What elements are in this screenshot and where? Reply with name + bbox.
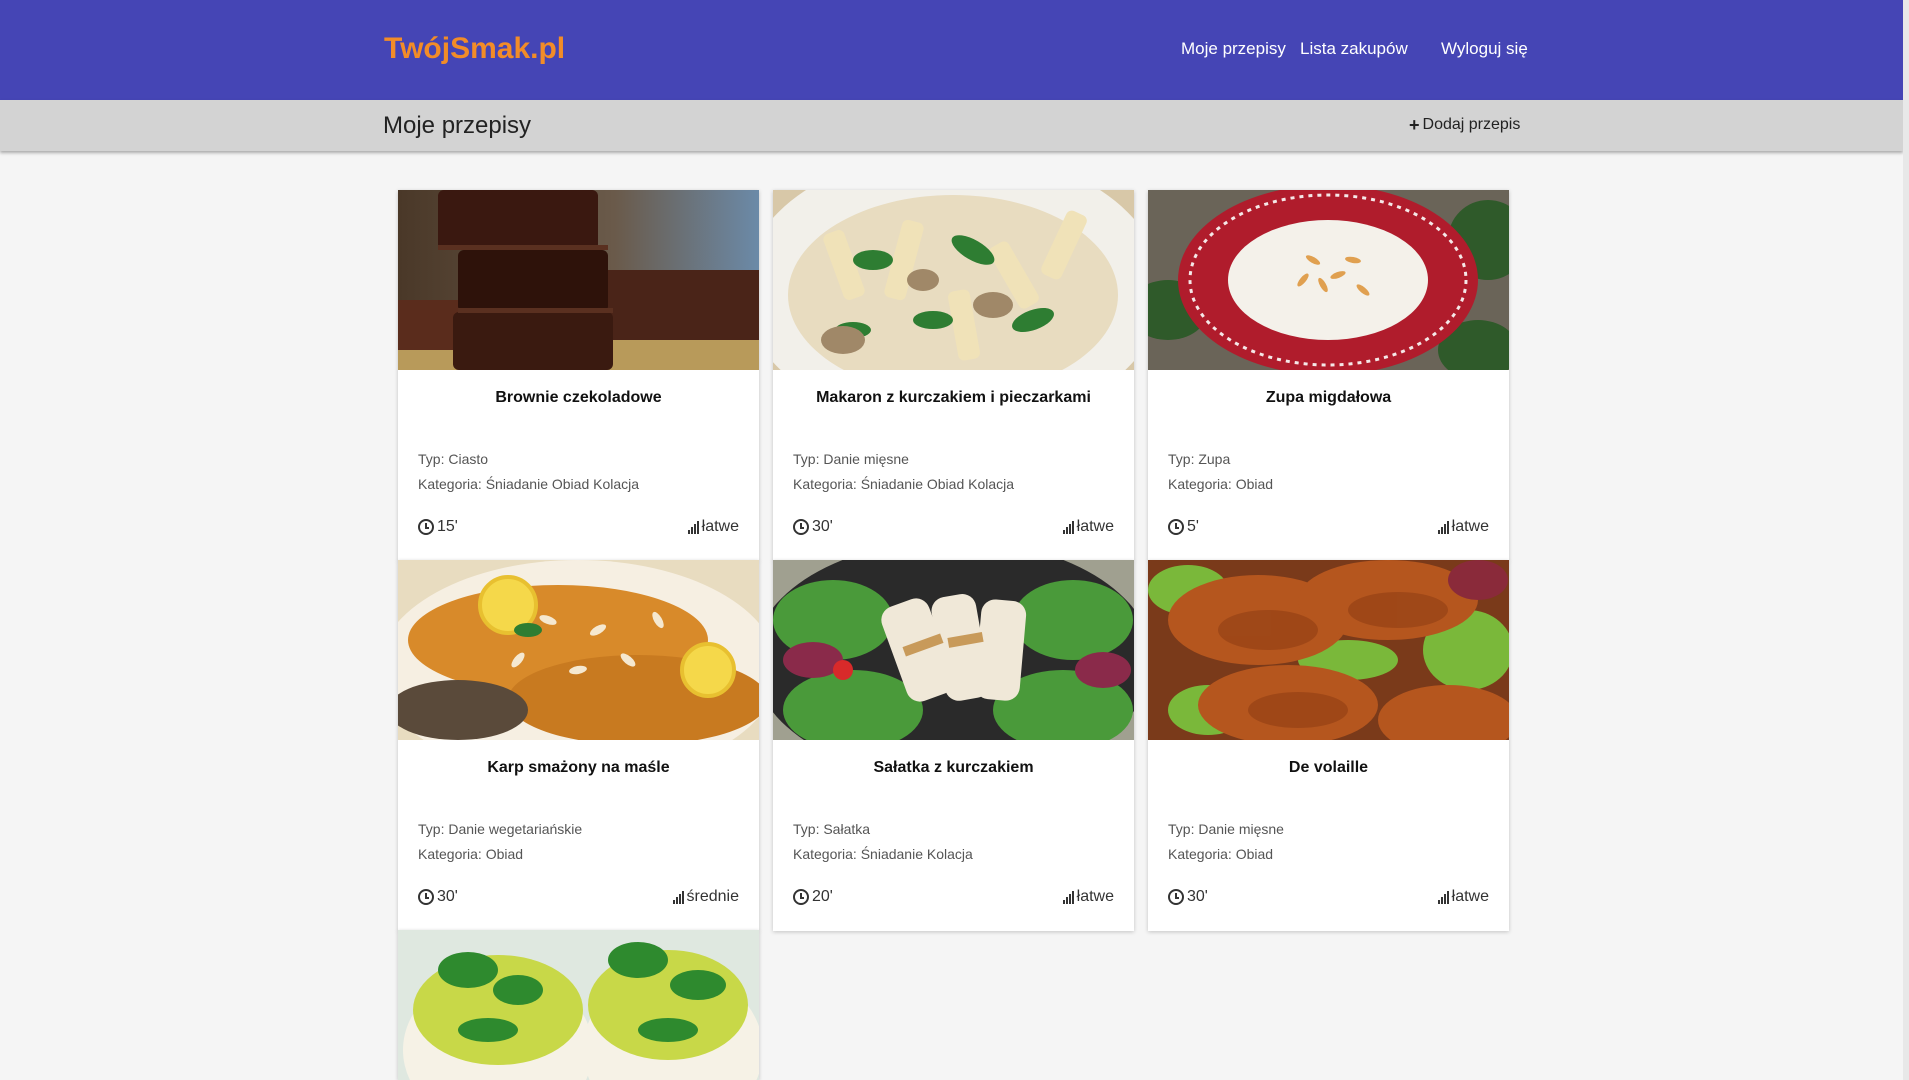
clock-icon [793,519,809,535]
recipe-category: Kategoria: Obiad [418,846,524,862]
recipe-type: Typ: Danie mięsne [793,451,909,467]
recipe-image-brownie [398,190,759,370]
recipe-card[interactable]: Zupa migdałowa Typ: Zupa Kategoria: Obia… [1148,190,1509,561]
recipe-time: 30' [793,518,833,536]
recipe-time-value: 30' [1187,888,1208,905]
nav-shopping-list[interactable]: Lista zakupów [1300,39,1408,59]
recipe-title[interactable]: Sałatka z kurczakiem [773,759,1134,777]
recipe-time: 30' [418,888,458,906]
page-header-bar: Moje przepisy + Dodaj przepis [0,100,1903,151]
recipe-difficulty: łatwe [1062,518,1114,536]
recipe-time: 5' [1168,518,1199,536]
recipe-time: 20' [793,888,833,906]
recipe-category: Kategoria: Śniadanie Obiad Kolacja [418,476,640,492]
difficulty-bars-icon [1062,520,1074,534]
clock-icon [793,889,809,905]
nav-my-recipes[interactable]: Moje przepisy [1181,39,1286,59]
recipe-category: Kategoria: Śniadanie Obiad Kolacja [793,476,1015,492]
recipe-difficulty: łatwe [1437,888,1489,906]
recipe-type: Typ: Danie mięsne [1168,821,1284,837]
recipe-title[interactable]: Zupa migdałowa [1148,389,1509,407]
clock-icon [418,889,434,905]
recipe-category: Kategoria: Obiad [1168,476,1274,492]
recipe-difficulty-value: średnie [686,888,739,905]
plus-icon: + [1409,115,1420,135]
recipe-image-salad [773,560,1134,740]
add-recipe-label: Dodaj przepis [1422,116,1521,133]
recipe-time: 30' [1168,888,1208,906]
clock-icon [1168,519,1184,535]
recipe-time-value: 30' [812,518,833,535]
difficulty-bars-icon [687,520,699,534]
recipe-type: Typ: Ciasto [418,451,489,467]
recipe-difficulty-value: łatwe [1076,518,1114,535]
recipe-category: Kategoria: Śniadanie Kolacja [793,846,973,862]
recipe-type: Typ: Sałatka [793,821,871,837]
recipe-category: Kategoria: Obiad [1168,846,1274,862]
recipe-image-carp [398,560,759,740]
page-scrollbar[interactable] [1903,0,1909,1080]
recipe-time-value: 5' [1187,518,1199,535]
recipe-card[interactable] [398,930,759,1080]
recipe-difficulty: łatwe [1437,518,1489,536]
recipe-card[interactable]: Sałatka z kurczakiem Typ: Sałatka Katego… [773,560,1134,931]
recipe-image-soup [1148,190,1509,370]
top-navbar: TwójSmak.pl Moje przepisy Lista zakupów … [0,0,1905,100]
recipe-difficulty: łatwe [1062,888,1114,906]
recipe-image-de-volaille [1148,560,1509,740]
clock-icon [1168,889,1184,905]
recipe-title[interactable]: Karp smażony na maśle [398,759,759,777]
difficulty-bars-icon [1437,890,1449,904]
recipe-type: Typ: Zupa [1168,451,1231,467]
recipe-title[interactable]: Makaron z kurczakiem i pieczarkami [773,389,1134,407]
recipe-image-pasta [773,190,1134,370]
recipe-card[interactable]: Karp smażony na maśle Typ: Danie wegetar… [398,560,759,931]
recipe-card[interactable]: Makaron z kurczakiem i pieczarkami Typ: … [773,190,1134,561]
recipe-difficulty: średnie [672,888,739,906]
difficulty-bars-icon [1062,890,1074,904]
clock-icon [418,519,434,535]
recipe-time-value: 30' [437,888,458,905]
recipe-time-value: 15' [437,518,458,535]
recipe-image-stuffed-eggs [398,930,759,1080]
recipe-difficulty: łatwe [687,518,739,536]
page-title: Moje przepisy [383,112,532,139]
recipe-difficulty-value: łatwe [1451,888,1489,905]
recipe-difficulty-value: łatwe [1451,518,1489,535]
recipe-card[interactable]: De volaille Typ: Danie mięsne Kategoria:… [1148,560,1509,931]
brand-logo[interactable]: TwójSmak.pl [384,32,565,66]
recipe-title[interactable]: Brownie czekoladowe [398,389,759,407]
recipe-time: 15' [418,518,458,536]
nav-logout[interactable]: Wyloguj się [1441,39,1528,59]
recipe-time-value: 20' [812,888,833,905]
add-recipe-button[interactable]: + Dodaj przepis [1409,116,1520,134]
recipe-title[interactable]: De volaille [1148,759,1509,777]
difficulty-bars-icon [1437,520,1449,534]
recipe-card[interactable]: Brownie czekoladowe Typ: Ciasto Kategori… [398,190,759,561]
recipe-difficulty-value: łatwe [1076,888,1114,905]
recipe-type: Typ: Danie wegetariańskie [418,821,583,837]
difficulty-bars-icon [672,890,684,904]
recipe-difficulty-value: łatwe [701,518,739,535]
